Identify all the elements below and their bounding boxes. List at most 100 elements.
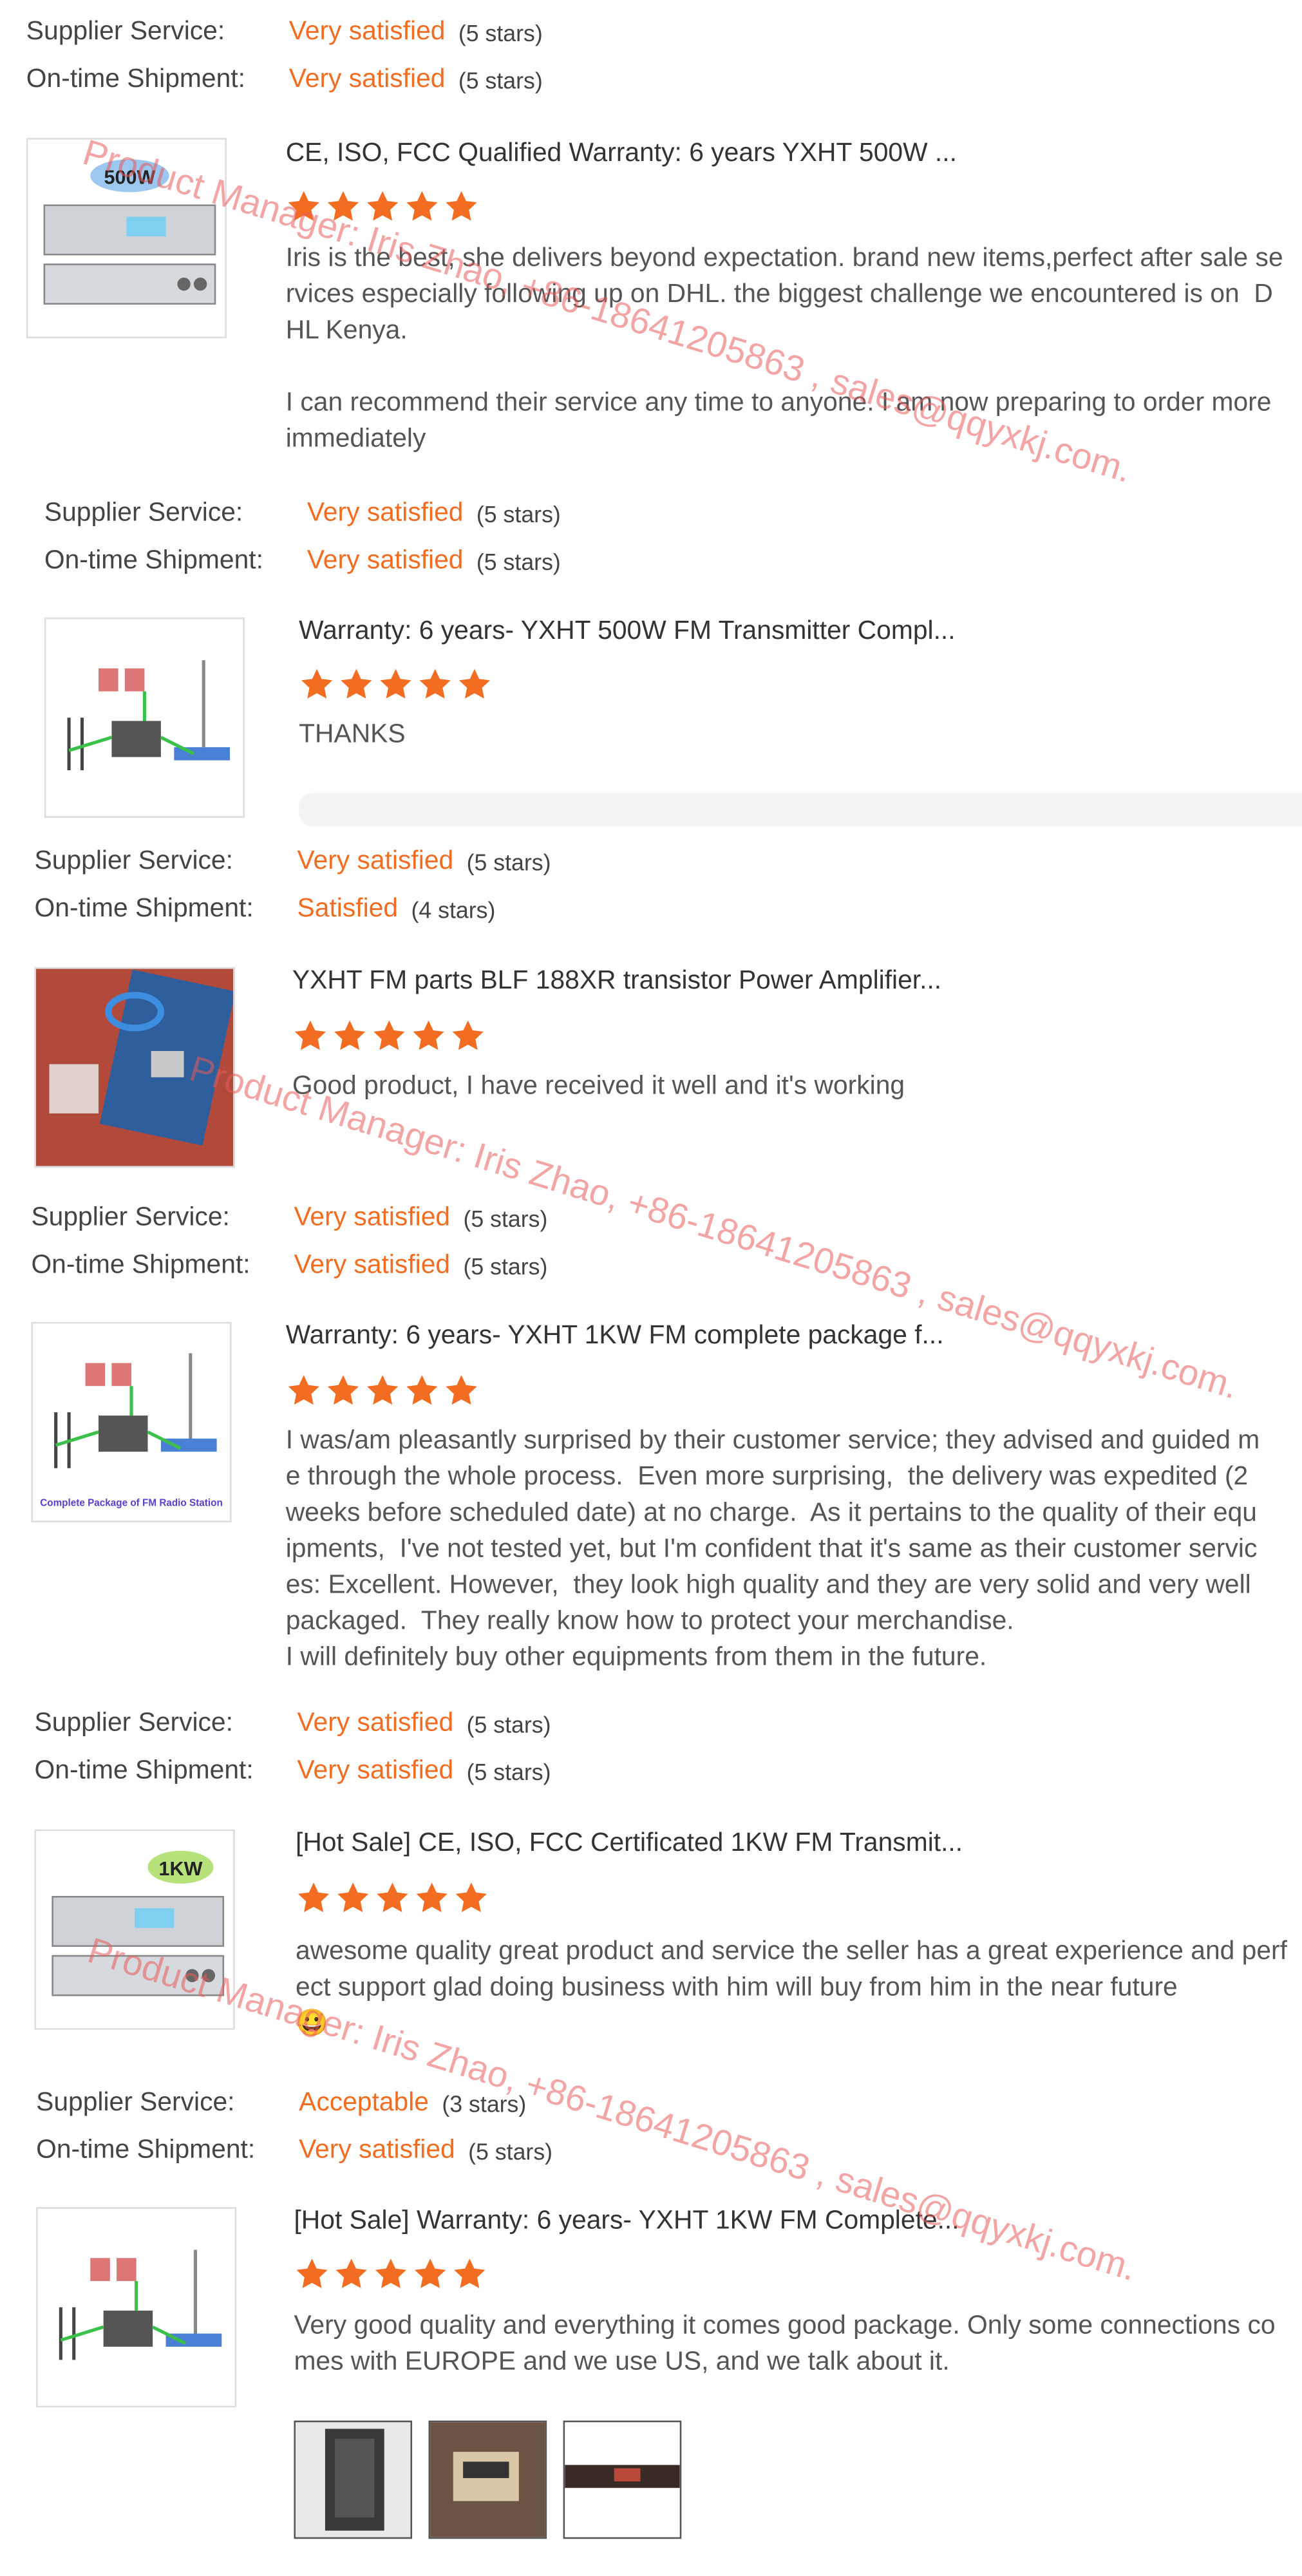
- review-text-content: I was/am pleasantly surprised by their c…: [285, 1426, 1260, 1672]
- review-photo[interactable]: [294, 2420, 413, 2539]
- supplier-service-label: Supplier Service:: [26, 18, 225, 46]
- star-icon: [375, 2259, 406, 2289]
- shipment-value: Very satisfied: [294, 1251, 451, 1280]
- product-title[interactable]: [Hot Sale] CE, ISO, FCC Certificated 1KW…: [296, 1830, 963, 1859]
- shipment-stars: (5 stars): [476, 548, 561, 575]
- review-stars: [294, 2257, 487, 2293]
- shipment-label: On-time Shipment:: [26, 66, 245, 94]
- star-icon: [419, 668, 451, 699]
- fm-station-diagram-image: [67, 660, 230, 770]
- star-icon: [455, 1882, 487, 1913]
- star-icon: [301, 668, 333, 699]
- review-text-content: Iris is the best, she delivers beyond ex…: [285, 244, 1283, 453]
- shipment-stars: (5 stars): [463, 1253, 548, 1280]
- star-icon: [458, 668, 491, 699]
- amplifier-board-image: [36, 969, 234, 1166]
- supplier-service-value: Very satisfied: [294, 1204, 451, 1232]
- star-icon: [335, 2259, 367, 2289]
- star-icon: [327, 191, 359, 221]
- star-icon: [288, 1375, 319, 1405]
- review-text: awesome quality great product and servic…: [296, 1935, 1287, 2043]
- shipment-row: On-time Shipment: Very satisfied (5 star…: [31, 1251, 547, 1281]
- product-thumbnail[interactable]: 500W: [26, 138, 227, 339]
- star-icon: [452, 1020, 484, 1050]
- product-title[interactable]: CE, ISO, FCC Qualified Warranty: 6 years…: [286, 140, 957, 169]
- review-stars: [292, 1018, 486, 1054]
- supplier-service-label: Supplier Service:: [31, 1204, 230, 1232]
- review-stars: [286, 1373, 480, 1409]
- fm-transmitter-image: 500W: [43, 159, 216, 305]
- star-icon: [415, 2259, 446, 2289]
- review-stars: [299, 667, 493, 703]
- supplier-service-value: Very satisfied: [297, 847, 454, 876]
- shipment-label: On-time Shipment:: [34, 895, 254, 923]
- fm-transmitter-image: 1KW: [52, 1850, 225, 1996]
- shipment-label: On-time Shipment:: [44, 547, 263, 575]
- star-icon: [377, 1882, 408, 1913]
- review-stars: [286, 189, 480, 225]
- shipment-row: On-time Shipment: Very satisfied (5 star…: [44, 547, 561, 576]
- review-text: I was/am pleasantly surprised by their c…: [286, 1424, 1261, 1677]
- star-icon: [446, 191, 477, 221]
- supplier-service-label: Supplier Service:: [36, 2088, 235, 2117]
- shipment-value: Very satisfied: [288, 66, 446, 94]
- supplier-service-row: Supplier Service: Very satisfied (5 star…: [44, 499, 561, 529]
- supplier-service-label: Supplier Service:: [34, 847, 233, 876]
- star-icon: [297, 1882, 330, 1913]
- star-icon: [413, 1020, 444, 1050]
- product-title[interactable]: Warranty: 6 years- YXHT 1KW FM complete …: [286, 1322, 944, 1352]
- star-icon: [373, 1020, 405, 1050]
- star-icon: [327, 1375, 359, 1405]
- review-photo[interactable]: [563, 2420, 682, 2539]
- star-icon: [367, 191, 399, 221]
- product-thumbnail[interactable]: [44, 617, 245, 818]
- shipment-stars: (4 stars): [411, 896, 496, 923]
- supplier-service-stars: (5 stars): [476, 500, 561, 527]
- supplier-service-row: Supplier Service: Very satisfied (5 star…: [31, 1204, 547, 1233]
- shipment-label: On-time Shipment:: [31, 1251, 250, 1280]
- thumb-caption: Complete Package of FM Radio Station: [40, 1497, 223, 1508]
- thumb-badge: 500W: [104, 167, 156, 189]
- supplier-service-value: Very satisfied: [307, 499, 464, 527]
- star-icon: [367, 1375, 399, 1405]
- supplier-service-stars: (5 stars): [466, 849, 551, 876]
- shipment-label: On-time Shipment:: [36, 2136, 256, 2164]
- supplier-service-stars: (5 stars): [458, 19, 543, 46]
- star-icon: [416, 1882, 448, 1913]
- supplier-service-stars: (5 stars): [466, 1711, 551, 1738]
- star-icon: [446, 1375, 477, 1405]
- product-thumbnail[interactable]: [36, 2207, 237, 2408]
- shipment-value: Satisfied: [297, 895, 399, 923]
- fm-station-diagram-image: [59, 2249, 222, 2360]
- review-text: THANKS: [299, 721, 406, 749]
- product-thumbnail[interactable]: 1KW: [34, 1829, 235, 2030]
- supplier-service-row: Supplier Service: Acceptable (3 stars): [36, 2089, 526, 2119]
- supplier-service-row: Supplier Service: Very satisfied (5 star…: [26, 18, 543, 48]
- shipment-stars: (5 stars): [458, 67, 543, 94]
- shipment-label: On-time Shipment:: [34, 1757, 254, 1785]
- review-text: Very good quality and everything it come…: [294, 2312, 1276, 2376]
- supplier-service-row: Supplier Service: Very satisfied (5 star…: [35, 1710, 551, 1739]
- shipment-stars: (5 stars): [468, 2138, 553, 2164]
- supplier-service-value: Acceptable: [299, 2088, 429, 2117]
- review-text: Good product, I have received it well an…: [292, 1072, 905, 1101]
- product-thumbnail[interactable]: [34, 967, 235, 1168]
- product-title[interactable]: [Hot Sale] Warranty: 6 years- YXHT 1KW F…: [294, 2207, 959, 2237]
- product-title[interactable]: YXHT FM parts BLF 188XR transistor Power…: [292, 967, 941, 997]
- supplier-service-value: Very satisfied: [297, 1709, 454, 1738]
- review-photo[interactable]: [428, 2420, 547, 2539]
- shipment-row: On-time Shipment: Very satisfied (5 star…: [36, 2137, 552, 2166]
- star-icon: [288, 191, 319, 221]
- product-thumbnail[interactable]: Complete Package of FM Radio Station: [31, 1321, 232, 1522]
- fm-station-diagram-image: Complete Package of FM Radio Station: [40, 1353, 223, 1508]
- supplier-service-stars: (5 stars): [463, 1205, 548, 1232]
- review-text-content: awesome quality great product and servic…: [296, 1938, 1287, 2002]
- product-title[interactable]: Warranty: 6 years- YXHT 500W FM Transmit…: [299, 618, 955, 647]
- thumb-badge: 1KW: [159, 1858, 203, 1880]
- emoji-icon: 😀: [296, 2010, 328, 2038]
- star-icon: [294, 1020, 326, 1050]
- star-icon: [337, 1882, 369, 1913]
- shipment-row: On-time Shipment: Very satisfied (5 star…: [35, 1757, 551, 1787]
- star-icon: [296, 2259, 328, 2289]
- divider-bar: [299, 793, 1302, 826]
